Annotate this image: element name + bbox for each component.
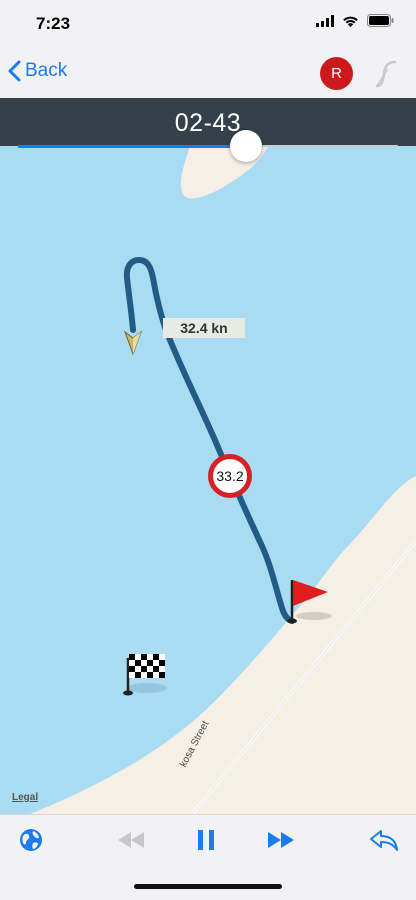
- status-icons: [316, 14, 394, 27]
- record-button[interactable]: R: [320, 57, 353, 90]
- rewind-icon: [118, 832, 144, 848]
- chevron-left-icon: [8, 60, 21, 82]
- battery-icon: [367, 14, 394, 27]
- signal-icon: [316, 14, 334, 27]
- slider-progress: [18, 145, 246, 148]
- speed-label: 32.4 kn: [163, 318, 245, 338]
- fast-forward-icon: [268, 832, 294, 848]
- slider-thumb[interactable]: [230, 130, 262, 162]
- map-view[interactable]: 32.4 kn 33.2 kosa Street Legal: [0, 146, 416, 814]
- speed-sign: 33.2: [208, 454, 252, 498]
- globe-button[interactable]: [13, 825, 49, 855]
- track-path: [123, 257, 295, 624]
- slider-track[interactable]: [246, 145, 398, 147]
- finish-flag-icon: [123, 654, 167, 696]
- track-title: 02-43: [174, 109, 242, 137]
- status-time: 7:23: [36, 14, 71, 33]
- rewind-button[interactable]: [113, 825, 149, 855]
- reply-button[interactable]: [366, 825, 402, 855]
- wifi-icon: [343, 16, 358, 27]
- title-bar: 02-43: [0, 98, 416, 146]
- land-shore: [30, 476, 416, 814]
- status-bar: 7:23: [0, 0, 416, 48]
- pause-button[interactable]: [188, 825, 224, 855]
- globe-icon: [20, 829, 42, 851]
- pause-icon: [198, 830, 214, 850]
- back-button[interactable]: Back: [8, 60, 67, 82]
- legal-link[interactable]: Legal: [12, 792, 38, 803]
- nav-bar: Back R: [0, 48, 416, 98]
- back-label: Back: [25, 60, 68, 81]
- reply-icon: [370, 830, 398, 851]
- direction-arrow-icon: [123, 330, 143, 356]
- record-label: R: [331, 65, 342, 82]
- curve-icon[interactable]: [373, 60, 399, 88]
- fast-forward-button[interactable]: [263, 825, 299, 855]
- home-indicator: [134, 884, 282, 889]
